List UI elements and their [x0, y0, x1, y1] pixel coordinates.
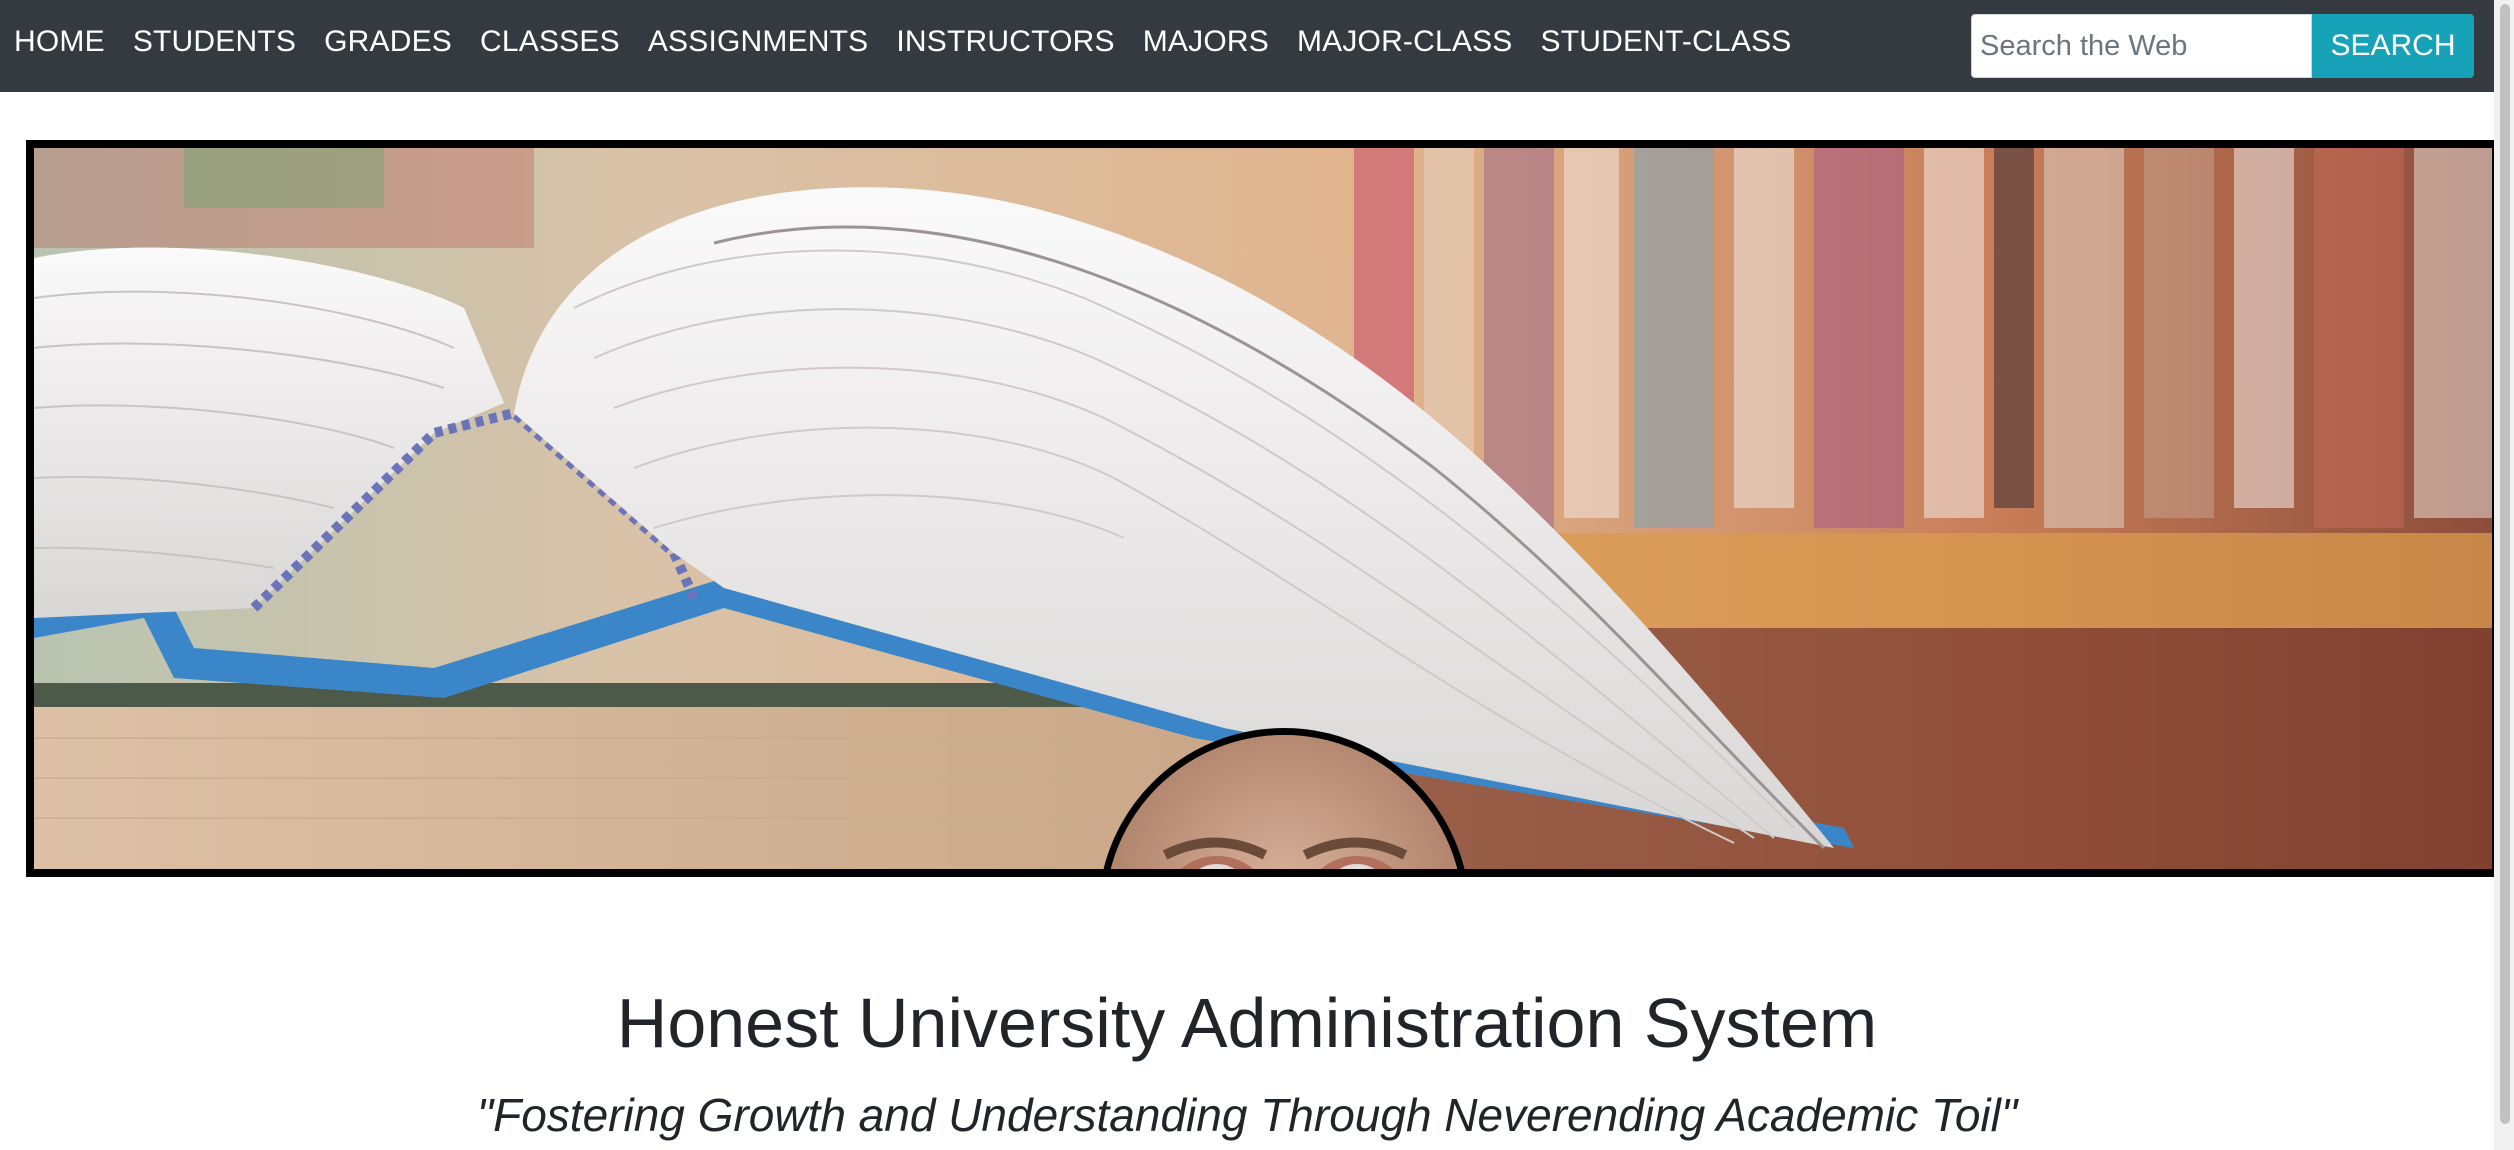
nav-link-majors[interactable]: MAJORS — [1143, 25, 1269, 59]
nav-link-major-class[interactable]: MAJOR-CLASS — [1297, 25, 1513, 59]
page-title: Honest University Administration System — [616, 984, 1878, 1062]
page-scrollbar[interactable] — [2494, 0, 2514, 1150]
scrollbar-thumb[interactable] — [2500, 4, 2510, 1124]
page-tagline: "Fostering Growth and Understanding Thro… — [476, 1089, 2018, 1141]
search-button[interactable]: SEARCH — [2312, 14, 2474, 78]
search-form: SEARCH — [1971, 14, 2474, 78]
nav-link-grades[interactable]: GRADES — [324, 25, 452, 59]
nav-link-instructors[interactable]: INSTRUCTORS — [896, 25, 1114, 59]
nav-link-classes[interactable]: CLASSES — [480, 25, 620, 59]
nav-link-student-class[interactable]: STUDENT-CLASS — [1541, 25, 1792, 59]
nav-links: HOME STUDENTS GRADES CLASSES ASSIGNMENTS… — [14, 0, 1820, 84]
nav-link-assignments[interactable]: ASSIGNMENTS — [648, 25, 869, 59]
hero-banner — [26, 140, 2500, 877]
nav-link-students[interactable]: STUDENTS — [133, 25, 296, 59]
top-navbar: HOME STUDENTS GRADES CLASSES ASSIGNMENTS… — [0, 0, 2514, 92]
search-input[interactable] — [1971, 14, 2312, 78]
nav-link-home[interactable]: HOME — [14, 25, 105, 59]
